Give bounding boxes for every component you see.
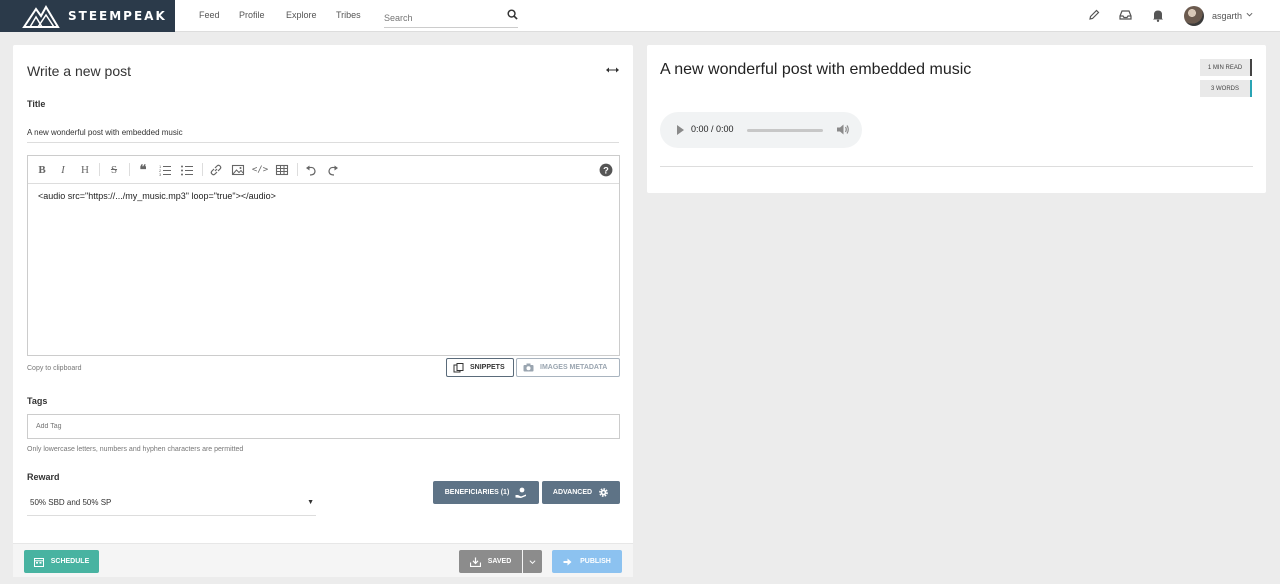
camera-icon bbox=[523, 363, 534, 372]
tray-download-icon bbox=[469, 557, 481, 567]
save-options-button[interactable] bbox=[523, 550, 542, 573]
audio-progress-slider[interactable] bbox=[747, 129, 823, 132]
publish-label: PUBLISH bbox=[580, 558, 611, 565]
undo-icon[interactable] bbox=[304, 163, 318, 177]
mountain-logo-icon bbox=[22, 5, 60, 28]
toolbar-divider bbox=[129, 163, 130, 176]
reward-label: Reward bbox=[27, 472, 60, 482]
username[interactable]: asgarth bbox=[1212, 11, 1242, 21]
ordered-list-icon[interactable]: 1 2 3 bbox=[158, 163, 172, 177]
tags-help-text: Only lowercase letters, numbers and hyph… bbox=[27, 446, 244, 453]
editor-toolbar: B I H S ❝ 1 2 3 </> ? bbox=[28, 156, 619, 184]
page-title: Write a new post bbox=[27, 63, 132, 79]
schedule-label: SCHEDULE bbox=[50, 558, 90, 565]
toolbar-divider bbox=[202, 163, 203, 176]
svg-text:3: 3 bbox=[159, 172, 162, 177]
save-draft-button[interactable]: SAVED bbox=[459, 550, 522, 573]
beneficiaries-button[interactable]: BENEFICIARIES (1) bbox=[433, 481, 539, 504]
svg-text:?: ? bbox=[603, 166, 609, 176]
snippets-icon bbox=[453, 362, 464, 372]
word-count-badge: 3 WORDS bbox=[1200, 80, 1252, 97]
quote-icon[interactable]: ❝ bbox=[136, 162, 150, 177]
strikethrough-icon[interactable]: S bbox=[107, 163, 121, 177]
inbox-icon[interactable] bbox=[1119, 9, 1132, 21]
heading-icon[interactable]: H bbox=[78, 163, 92, 177]
link-icon[interactable] bbox=[209, 163, 223, 177]
unordered-list-icon[interactable] bbox=[180, 163, 194, 177]
preview-panel: A new wonderful post with embedded music… bbox=[647, 45, 1266, 193]
snippets-button[interactable]: SNIPPETS bbox=[446, 358, 514, 377]
nav-profile[interactable]: Profile bbox=[239, 10, 265, 20]
markdown-editor: B I H S ❝ 1 2 3 </> ? <audio src="https:… bbox=[27, 155, 620, 356]
reward-select[interactable]: 50% SBD and 50% SP ▼ bbox=[27, 494, 316, 516]
pencil-icon[interactable] bbox=[1088, 9, 1100, 21]
help-icon[interactable]: ? bbox=[599, 163, 613, 177]
tags-input[interactable] bbox=[27, 414, 620, 439]
nav-feed[interactable]: Feed bbox=[199, 10, 220, 20]
preview-title: A new wonderful post with embedded music bbox=[660, 61, 972, 78]
calendar-icon bbox=[33, 557, 44, 567]
beneficiaries-label: BENEFICIARIES (1) bbox=[444, 489, 510, 496]
post-body-editor[interactable]: <audio src="https://.../my_music.mp3" lo… bbox=[28, 184, 619, 208]
caret-down-icon: ▼ bbox=[307, 499, 314, 506]
code-icon[interactable]: </> bbox=[252, 163, 268, 177]
schedule-button[interactable]: SCHEDULE bbox=[24, 550, 99, 573]
search-box bbox=[384, 4, 518, 28]
editor-panel: Write a new post Title B I H S ❝ 1 2 3 bbox=[13, 45, 633, 577]
images-metadata-button[interactable]: IMAGES METADATA bbox=[516, 358, 620, 377]
search-icon[interactable] bbox=[507, 9, 518, 20]
play-icon[interactable] bbox=[675, 124, 685, 136]
nav-explore[interactable]: Explore bbox=[286, 10, 317, 20]
title-label: Title bbox=[27, 99, 46, 109]
audio-player: 0:00 / 0:00 bbox=[660, 112, 862, 148]
avatar[interactable] bbox=[1184, 6, 1204, 26]
gear-icon bbox=[599, 488, 608, 497]
table-icon[interactable] bbox=[275, 163, 289, 177]
top-navbar: STEEMPEAK Feed Profile Explore Tribes as… bbox=[0, 0, 1280, 32]
italic-icon[interactable]: I bbox=[56, 163, 70, 177]
preview-divider bbox=[660, 166, 1253, 167]
redo-icon[interactable] bbox=[326, 163, 340, 177]
editor-footer: SCHEDULE SAVED PUBLISH bbox=[13, 543, 633, 577]
bold-icon[interactable]: B bbox=[35, 163, 49, 177]
chevron-down-icon bbox=[529, 559, 536, 564]
search-input[interactable] bbox=[384, 4, 494, 26]
chevron-down-icon[interactable] bbox=[1246, 11, 1253, 18]
read-time-badge: 1 MIN READ bbox=[1200, 59, 1252, 76]
nav-tribes[interactable]: Tribes bbox=[336, 10, 361, 20]
hand-coin-icon bbox=[515, 487, 527, 498]
images-metadata-label: IMAGES METADATA bbox=[540, 364, 608, 371]
bell-icon[interactable] bbox=[1152, 9, 1164, 22]
advanced-button[interactable]: ADVANCED bbox=[542, 481, 620, 504]
brand-logo[interactable]: STEEMPEAK bbox=[0, 0, 175, 32]
toolbar-divider bbox=[297, 163, 298, 176]
audio-time: 0:00 / 0:00 bbox=[691, 124, 734, 134]
tags-label: Tags bbox=[27, 396, 48, 406]
copy-to-clipboard-link[interactable]: Copy to clipboard bbox=[27, 365, 81, 372]
volume-icon[interactable] bbox=[836, 123, 850, 136]
reward-value: 50% SBD and 50% SP bbox=[30, 498, 112, 507]
toolbar-divider bbox=[99, 163, 100, 176]
brand-name: STEEMPEAK bbox=[68, 9, 167, 23]
image-icon[interactable] bbox=[231, 163, 245, 177]
saved-label: SAVED bbox=[487, 558, 512, 565]
expand-icon[interactable] bbox=[606, 67, 619, 73]
snippets-label: SNIPPETS bbox=[470, 364, 505, 371]
publish-button[interactable]: PUBLISH bbox=[552, 550, 622, 573]
advanced-label: ADVANCED bbox=[552, 489, 593, 496]
arrow-right-icon bbox=[563, 558, 572, 565]
title-input[interactable] bbox=[27, 119, 619, 143]
